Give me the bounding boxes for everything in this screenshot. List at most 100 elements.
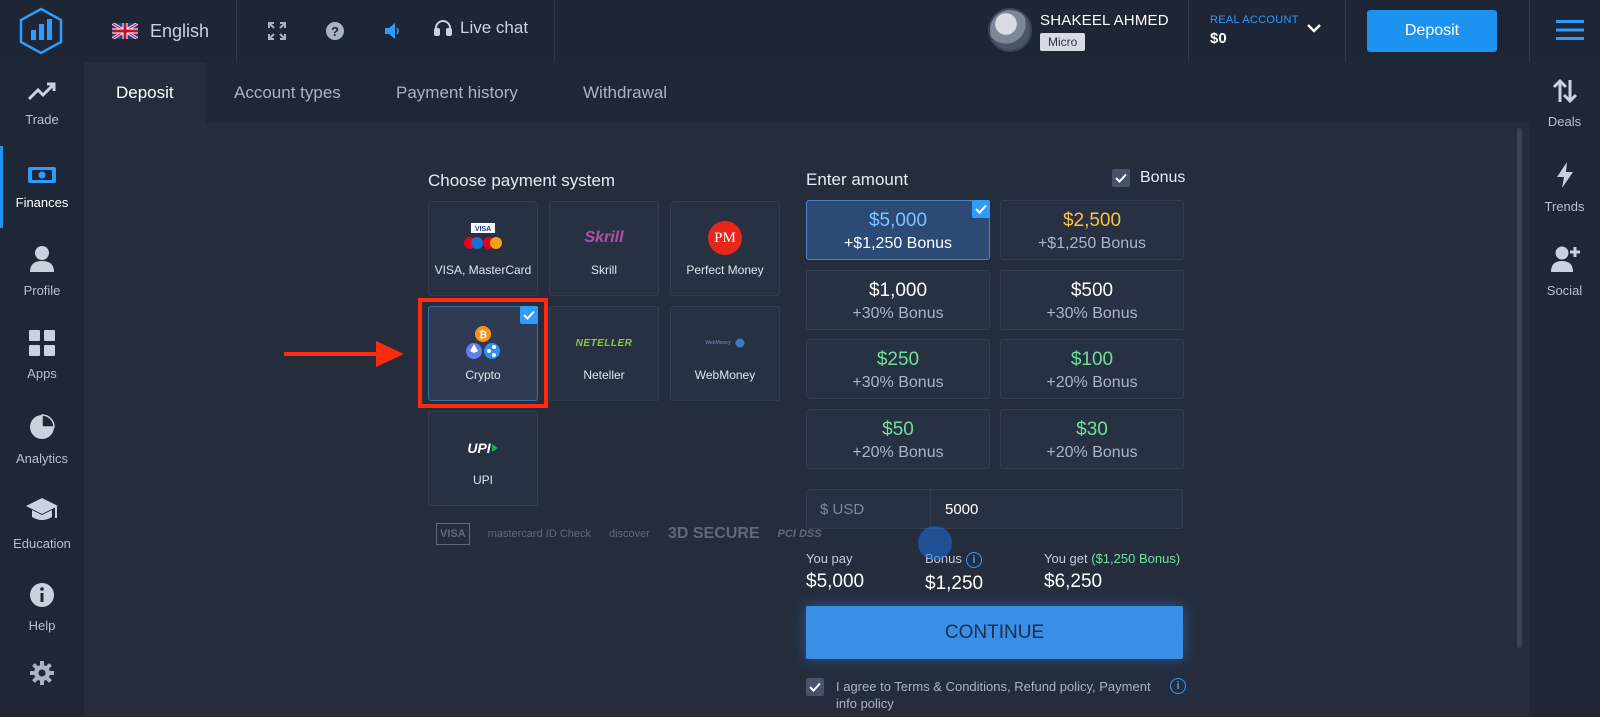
check-icon [1112, 169, 1130, 187]
sidebar-item-social[interactable]: Social [1529, 230, 1600, 312]
tab-withdrawal[interactable]: Withdrawal [551, 62, 699, 123]
sidebar-item-deals[interactable]: Deals [1529, 62, 1600, 144]
visa-badge: VISA [436, 523, 470, 545]
svg-text:?: ? [331, 24, 339, 39]
upi-logo-icon: UPI [429, 430, 537, 466]
amount-input-field: $ USD [806, 489, 1183, 529]
amount-value: $30 [1076, 419, 1108, 440]
upi-logo-text: UPI [467, 440, 491, 456]
avatar [988, 8, 1032, 52]
amount-option-500[interactable]: $500 +30% Bonus [1000, 270, 1184, 330]
amount-value: $50 [882, 419, 914, 440]
amount-bonus: +20% Bonus [1046, 444, 1138, 461]
fullscreen-icon[interactable] [265, 19, 289, 43]
finance-tabs: Deposit Account types Payment history Wi… [84, 62, 1529, 123]
logo-icon[interactable] [16, 6, 66, 56]
scrollbar[interactable] [1517, 128, 1522, 648]
amount-bonus: +20% Bonus [1046, 374, 1138, 391]
sidebar-item-profile[interactable]: Profile [0, 230, 84, 312]
divider [1529, 0, 1530, 62]
payment-method-label: Neteller [583, 368, 625, 382]
you-pay-label: You pay [806, 551, 853, 566]
payment-method-perfect-money[interactable]: PM Perfect Money [670, 201, 780, 296]
sound-icon[interactable] [381, 19, 405, 43]
you-get-label: You get [1044, 551, 1088, 566]
amount-option-5000[interactable]: $5,000 +$1,250 Bonus [806, 200, 990, 260]
trust-badges: VISA mastercard ID Check discover 3D SEC… [436, 523, 822, 545]
bonus-checkbox[interactable]: Bonus [1112, 169, 1185, 187]
gear-icon[interactable] [29, 660, 55, 686]
account-type-label: REAL ACCOUNT [1210, 14, 1299, 26]
sidebar-item-education[interactable]: Education [0, 482, 84, 564]
pci-dss-badge: PCI DSS [777, 528, 822, 540]
divider [1345, 0, 1346, 62]
amount-option-2500[interactable]: $2,500 +$1,250 Bonus [1000, 200, 1184, 260]
neteller-logo-text: NETELLER [575, 337, 633, 349]
amount-option-30[interactable]: $30 +20% Bonus [1000, 409, 1184, 469]
amount-bonus: +30% Bonus [852, 305, 944, 322]
sidebar-item-help[interactable]: Help [0, 566, 84, 648]
sidebar-item-label: Apps [27, 365, 57, 381]
pie-chart-icon [30, 413, 55, 439]
payment-method-upi[interactable]: UPI UPI [428, 411, 538, 506]
user-icon [30, 245, 54, 272]
webmoney-logo-icon: WebMoney [671, 325, 779, 361]
sidebar-item-label: Finances [15, 194, 69, 210]
user-profile[interactable]: SHAKEEL AHMED Micro [988, 8, 1169, 52]
payment-method-webmoney[interactable]: WebMoney WebMoney [670, 306, 780, 401]
divider [236, 0, 237, 62]
you-pay-value: $5,000 [806, 571, 865, 592]
sidebar-item-analytics[interactable]: Analytics [0, 398, 84, 480]
deposit-button[interactable]: Deposit [1367, 10, 1497, 52]
amount-bonus: +30% Bonus [852, 374, 944, 391]
right-sidebar: Deals Trends Social [1529, 62, 1600, 717]
payment-method-visa-mastercard[interactable]: VISA VISA, MasterCard [428, 201, 538, 296]
help-icon[interactable]: ? [323, 19, 347, 43]
live-chat-button[interactable]: Live chat [434, 18, 528, 38]
account-switcher[interactable]: REAL ACCOUNT $0 [1210, 14, 1299, 47]
account-balance: $0 [1210, 30, 1227, 47]
trend-up-icon [27, 82, 56, 100]
payment-method-label: UPI [472, 473, 493, 487]
payment-method-label: Perfect Money [686, 263, 764, 277]
amount-bonus: +20% Bonus [852, 444, 944, 461]
info-icon[interactable]: i [965, 551, 982, 568]
tab-account-types[interactable]: Account types [202, 62, 373, 123]
info-icon[interactable]: i [1170, 678, 1186, 694]
sidebar-item-trends[interactable]: Trends [1529, 146, 1600, 228]
grid-icon [29, 329, 55, 356]
payment-method-skrill[interactable]: Skrill Skrill [549, 201, 659, 296]
amount-option-250[interactable]: $250 +30% Bonus [806, 339, 990, 399]
amount-bonus: +30% Bonus [1046, 305, 1138, 322]
hamburger-menu-icon[interactable] [1556, 18, 1584, 42]
mastercard-id-check-badge: mastercard ID Check [487, 528, 591, 540]
currency-label: $ USD [807, 490, 931, 528]
amount-option-100[interactable]: $100 +20% Bonus [1000, 339, 1184, 399]
live-chat-label: Live chat [460, 18, 529, 37]
mouse-cursor-indicator [918, 526, 952, 560]
perfect-money-logo-icon: PM [671, 220, 779, 256]
sidebar-item-label: Deals [1547, 113, 1582, 129]
sidebar-item-trade[interactable]: Trade [0, 62, 84, 144]
user-name: SHAKEEL AHMED [1040, 12, 1169, 29]
amount-option-50[interactable]: $50 +20% Bonus [806, 409, 990, 469]
tab-deposit[interactable]: Deposit [84, 62, 206, 123]
payment-method-label: VISA, MasterCard [434, 263, 532, 277]
amount-option-1000[interactable]: $1,000 +30% Bonus [806, 270, 990, 330]
tab-payment-history[interactable]: Payment history [364, 62, 550, 123]
payment-method-label: Skrill [591, 263, 617, 277]
sidebar-item-label: Social [1546, 282, 1583, 298]
agree-text: I agree to Terms & Conditions, Refund po… [836, 679, 1151, 711]
payment-method-neteller[interactable]: NETELLER Neteller [549, 306, 659, 401]
3d-secure-badge: 3D SECURE [667, 525, 760, 542]
sidebar-item-apps[interactable]: Apps [0, 314, 84, 396]
chevron-down-icon[interactable] [1306, 22, 1322, 34]
sidebar-item-label: Analytics [15, 450, 69, 466]
sidebar-item-finances[interactable]: Finances [0, 146, 84, 228]
language-selector[interactable]: English [112, 16, 209, 46]
agree-checkbox[interactable] [806, 678, 824, 696]
amount-input[interactable] [931, 490, 1182, 528]
enter-amount-title: Enter amount [806, 170, 909, 189]
continue-button[interactable]: CONTINUE [806, 606, 1183, 659]
sidebar-item-label: Help [28, 617, 56, 633]
